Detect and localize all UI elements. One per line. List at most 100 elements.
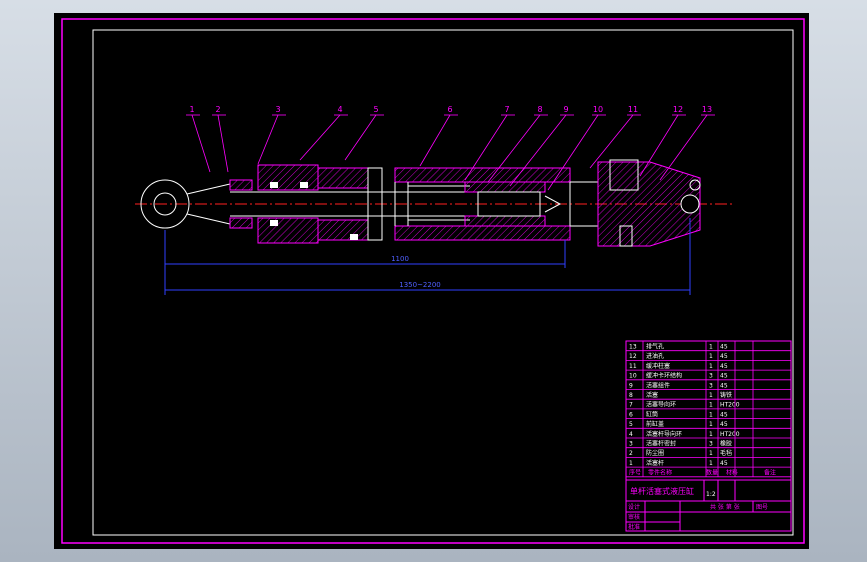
bom-cell: 2 — [629, 450, 633, 457]
bom-cell: 45 — [720, 382, 728, 389]
bom-row: 5 前缸盖 1 45 — [626, 420, 791, 429]
inner-frame — [92, 29, 794, 536]
bom-cell: 12 — [629, 353, 637, 360]
balloon-label: 13 — [702, 105, 712, 114]
bom-rows: 13 排气孔 1 4512 进油孔 1 4511 缓冲柱塞 1 4510 缓冲卡环结构 3 459 活塞组… — [625, 341, 792, 478]
bom-cell: HT200 — [720, 402, 740, 409]
bom-row: 2 防尘圈 1 毛毡 — [626, 449, 791, 458]
bom-header-cell: 序号 — [629, 469, 641, 477]
balloon-4: 4 — [299, 105, 348, 161]
bom-header-cell: 零件名称 — [648, 469, 672, 477]
drawing-title: 单杆活塞式液压缸 — [630, 486, 694, 496]
bom-cell: 45 — [720, 353, 728, 360]
bom-cell: 1 — [709, 460, 713, 467]
balloon-5: 5 — [344, 105, 384, 161]
bom-cell: 活塞杆密封 — [646, 440, 676, 448]
bom-cell: 45 — [720, 344, 728, 351]
balloon-2: 2 — [212, 105, 229, 173]
bom-cell: 活塞 — [646, 391, 658, 399]
bom-cell: 5 — [629, 421, 633, 428]
bom-header-cell: 材料 — [726, 469, 738, 477]
balloon-13: 13 — [659, 105, 715, 181]
bom-cell: 3 — [629, 441, 633, 448]
bom-cell: 缸筒 — [646, 410, 658, 418]
balloon-label: 4 — [337, 105, 342, 114]
bom-cell: 3 — [709, 382, 713, 389]
bom-row: 4 活塞杆导向环 1 HT200 — [626, 430, 791, 439]
bom-cell: 3 — [709, 373, 713, 380]
bom-cell: 11 — [629, 363, 637, 370]
cad-drawing: 1100 1350~2200 1 2 3 4 5 6 7 8 9 10 11 12 13 13 排气孔 1 4… — [61, 18, 805, 544]
balloon-label: 12 — [673, 105, 683, 114]
bom-row: 10 缓冲卡环结构 3 45 — [626, 372, 791, 381]
bom-row: 3 活塞杆密封 3 橡胶 — [626, 440, 791, 449]
balloon-label: 2 — [215, 105, 220, 114]
bom-row: 7 活塞导向环 1 HT200 — [626, 401, 791, 410]
bom-cell: 4 — [629, 431, 633, 438]
length-dimension: 1350~2200 — [399, 281, 441, 289]
balloon-label: 9 — [563, 105, 568, 114]
balloon-label: 7 — [504, 105, 509, 114]
bom-cell: 缓冲柱塞 — [646, 362, 670, 370]
bom-cell: 8 — [629, 392, 633, 399]
balloon-11: 11 — [589, 105, 641, 169]
bom-cell: 活塞组件 — [646, 381, 670, 389]
bom-cell: 3 — [709, 441, 713, 448]
bom-cell: 45 — [720, 460, 728, 467]
balloon-label: 6 — [447, 105, 452, 114]
balloon-10: 10 — [547, 105, 606, 191]
balloon-label: 5 — [373, 105, 378, 114]
scale-value: 1:2 — [706, 491, 716, 498]
balloon-label: 1 — [189, 105, 194, 114]
bom-cell: 1 — [709, 450, 713, 457]
bom-cell: 铸铁 — [720, 391, 732, 399]
bom-cell: 橡胶 — [720, 440, 732, 448]
bom-cell: 活塞导向环 — [646, 401, 676, 409]
sheet-info: 共 张 第 张 — [710, 503, 740, 511]
bom-cell: 1 — [709, 431, 713, 438]
bom-cell: 缓冲卡环结构 — [646, 372, 682, 380]
balloon-12: 12 — [639, 105, 686, 177]
bom-cell: 1 — [709, 421, 713, 428]
bom-cell: 活塞杆导向环 — [646, 430, 682, 438]
stroke-dimension: 1100 — [391, 255, 409, 263]
bom-cell: 45 — [720, 411, 728, 418]
bom-cell: 45 — [720, 363, 728, 370]
bom-cell: 7 — [629, 402, 633, 409]
bom-row: 11 缓冲柱塞 1 45 — [626, 362, 791, 371]
bom-cell: 1 — [709, 363, 713, 370]
bom-cell: 1 — [709, 353, 713, 360]
balloon-label: 8 — [537, 105, 542, 114]
balloon-3: 3 — [257, 105, 286, 165]
bom-cell: 10 — [629, 373, 637, 380]
bom-row: 9 活塞组件 3 45 — [626, 381, 791, 390]
checker-label: 审核 — [628, 513, 640, 521]
bom-header: 序号 零件名称 数量 材料 备注 — [626, 469, 791, 478]
bom-cell: 排气孔 — [646, 343, 664, 351]
bom-row: 1 活塞杆 1 45 — [626, 459, 791, 468]
bom-row: 6 缸筒 1 45 — [626, 410, 791, 420]
bom-cell: 6 — [629, 411, 633, 418]
rear-cap-section — [569, 159, 701, 247]
bom-header-cell: 备注 — [764, 469, 776, 477]
bom-cell: 1 — [709, 392, 713, 399]
bom-row: 13 排气孔 1 45 — [626, 343, 791, 352]
bom-cell: 1 — [629, 460, 633, 467]
bom-cell: 进油孔 — [646, 352, 664, 360]
bom-row: 8 活塞 1 铸铁 — [626, 391, 791, 400]
bom-cell: 45 — [720, 373, 728, 380]
drawing-number-label: 图号 — [756, 504, 768, 511]
bom-cell: 1 — [709, 344, 713, 351]
bom-cell: 活塞杆 — [646, 459, 664, 467]
bom-cell: 45 — [720, 421, 728, 428]
balloon-label: 10 — [593, 105, 603, 114]
bom-cell: 毛毡 — [720, 449, 732, 457]
designer-label: 设计 — [628, 503, 640, 511]
bom-cell: 1 — [709, 411, 713, 418]
bom-cell: 1 — [709, 402, 713, 409]
approver-label: 批准 — [628, 523, 640, 531]
balloon-label: 3 — [275, 105, 280, 114]
bom-cell: HT200 — [720, 431, 740, 438]
bom-cell: 13 — [629, 344, 637, 351]
balloon-6: 6 — [419, 105, 458, 167]
